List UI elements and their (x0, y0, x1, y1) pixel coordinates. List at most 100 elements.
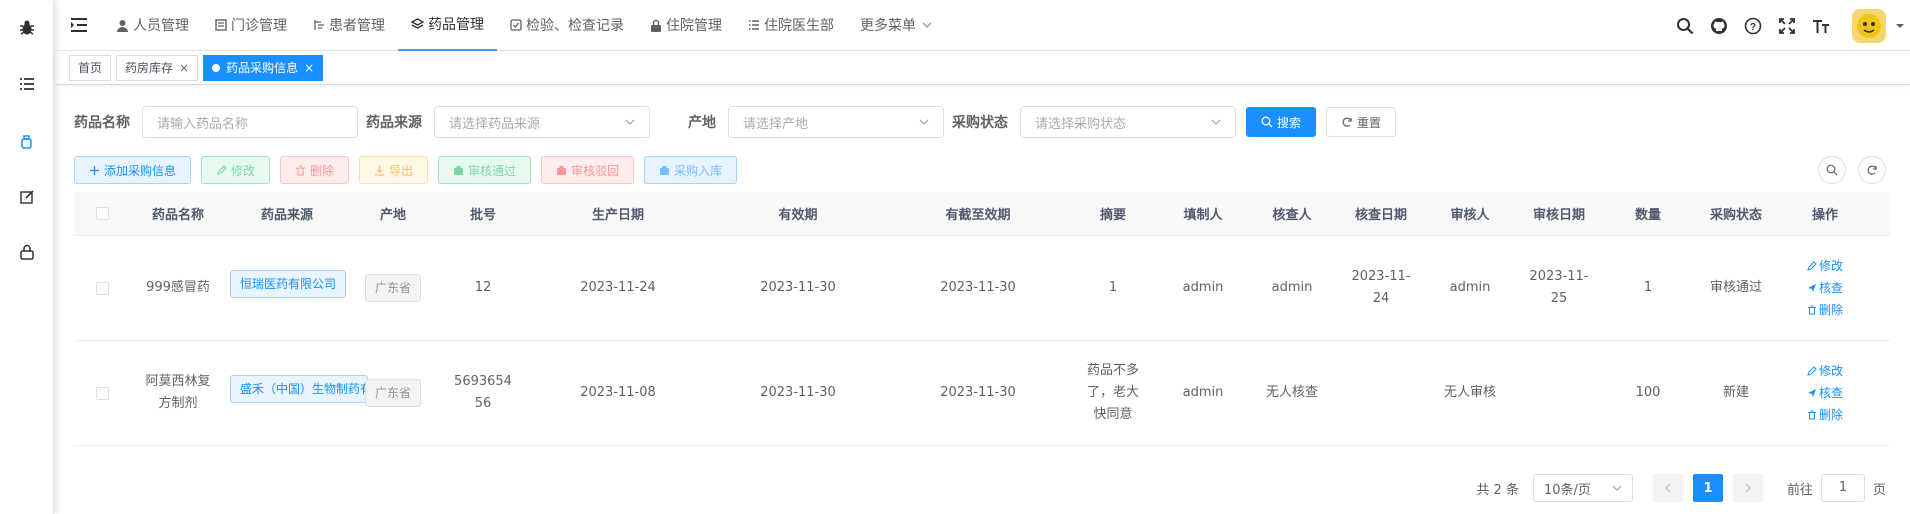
delete-button[interactable]: 删除 (280, 156, 350, 184)
download-icon (375, 165, 385, 176)
origin-tag: 广东省 (364, 274, 421, 302)
op-label: 核查 (1818, 386, 1843, 400)
menu-clinic[interactable]: 门诊管理 (202, 0, 300, 51)
drug-name-input[interactable]: 请输入药品名称 (142, 106, 358, 138)
row-actions: 修改 核查 删除 (1784, 258, 1866, 318)
op-label: 修改 (1818, 364, 1843, 378)
action-toolbar: 添加采购信息 修改 删除 导出 审核通过 审核驳回 采购入库 (74, 156, 1910, 184)
close-icon[interactable]: × (179, 61, 189, 75)
goto-label: 前往 (1786, 482, 1813, 498)
col-header: 审核人 (1450, 208, 1490, 223)
cell-ops: 修改 核查 删除 (1780, 363, 1870, 423)
github-icon[interactable] (1702, 0, 1736, 51)
search-button[interactable]: 搜索 (1246, 107, 1317, 137)
prev-page-button[interactable] (1652, 474, 1683, 502)
stock-in-button[interactable]: 采购入库 (644, 156, 738, 184)
cell-batch: 569365456 (454, 374, 512, 411)
button-label: 采购入库 (674, 163, 723, 178)
refresh-icon (1342, 117, 1352, 127)
row-checkbox[interactable] (95, 386, 109, 400)
cell-summary: 药品不多了，老大快同意 (1086, 363, 1139, 422)
menu-drug[interactable]: 药品管理 (398, 0, 497, 51)
reset-button[interactable]: 重置 (1326, 107, 1397, 137)
row-edit-link[interactable]: 修改 (1807, 258, 1843, 274)
row-check-link[interactable]: 核查 (1807, 385, 1843, 401)
top-navbar: 人员管理 门诊管理 患者管理 药品管理 检验、检查记录 住院管理 住院医生部 更… (55, 0, 1910, 51)
placeholder: 请输入药品名称 (157, 116, 249, 132)
cell-origin: 广东省 (348, 274, 438, 302)
page-size-select[interactable]: 10条/页 (1532, 474, 1633, 502)
col-header: 审核日期 (1532, 208, 1585, 223)
add-purchase-button[interactable]: 添加采购信息 (74, 156, 192, 184)
col-header: 有效期 (778, 208, 818, 223)
cell-valid: 2023-11-30 (760, 280, 836, 295)
help-icon[interactable]: ? (1736, 0, 1770, 51)
list-icon (749, 20, 759, 30)
purchase-status-select[interactable]: 请选择采购状态 (1020, 106, 1236, 138)
menu-inpatient-doctor[interactable]: 住院医生部 (735, 0, 847, 51)
row-check-link[interactable]: 核查 (1807, 280, 1843, 296)
close-icon[interactable]: × (304, 61, 314, 75)
export-button[interactable]: 导出 (359, 156, 429, 184)
tag-pharmacy-stock[interactable]: 药房库存 × (116, 54, 199, 81)
dropdown-caret-icon[interactable] (1896, 0, 1910, 51)
tag-home[interactable]: 首页 (69, 54, 112, 81)
cell-valid: 2023-11-30 (760, 385, 836, 400)
placeholder: 请选择采购状态 (1035, 116, 1127, 132)
menu-inspection[interactable]: 检验、检查记录 (497, 0, 637, 51)
cell-status: 新建 (1722, 385, 1749, 400)
edit-icon[interactable] (15, 185, 39, 209)
menu-label: 住院管理 (666, 18, 722, 34)
reject-button[interactable]: 审核驳回 (541, 156, 635, 184)
tag-label: 药品采购信息 (226, 61, 299, 75)
select-all-checkbox[interactable] (95, 207, 109, 220)
menu-more[interactable]: 更多菜单 (847, 0, 949, 51)
row-delete-link[interactable]: 删除 (1807, 302, 1843, 318)
toggle-search-button[interactable] (1818, 156, 1846, 184)
font-size-icon[interactable] (1804, 0, 1838, 51)
page-number-current[interactable]: 1 (1692, 474, 1723, 502)
lock-icon[interactable] (15, 240, 39, 264)
col-header: 数量 (1634, 208, 1661, 223)
col-header: 摘要 (1099, 208, 1126, 223)
menu-inpatient[interactable]: 住院管理 (637, 0, 735, 51)
stock-in-icon (660, 165, 670, 175)
edit-button[interactable]: 修改 (201, 156, 271, 184)
row-delete-link[interactable]: 删除 (1807, 407, 1843, 423)
origin-select[interactable]: 请选择产地 (728, 106, 944, 138)
col-header: 操作 (1811, 208, 1838, 223)
drug-source-select[interactable]: 请选择药品来源 (434, 106, 650, 138)
drug-bottle-icon[interactable] (15, 130, 39, 154)
search-icon (1826, 164, 1838, 176)
list-menu-icon[interactable] (15, 72, 39, 96)
tag-label: 首页 (78, 61, 103, 75)
row-select-cell (74, 386, 130, 400)
clinic-icon (215, 19, 227, 31)
fullscreen-icon[interactable] (1770, 0, 1804, 51)
approve-button[interactable]: 审核通过 (438, 156, 532, 184)
avatar[interactable] (1852, 8, 1886, 43)
col-header: 填制人 (1183, 208, 1223, 223)
button-label: 添加采购信息 (104, 163, 177, 178)
menu-patient[interactable]: 患者管理 (300, 0, 398, 51)
next-page-button[interactable] (1732, 474, 1763, 502)
cell-qty: 100 (1635, 385, 1661, 400)
goto-page-input[interactable]: 1 (1820, 474, 1865, 502)
row-checkbox[interactable] (95, 281, 109, 295)
bug-icon[interactable] (15, 16, 39, 40)
search-icon[interactable] (1668, 0, 1702, 51)
row-edit-link[interactable]: 修改 (1807, 363, 1843, 379)
menu-staff[interactable]: 人员管理 (103, 0, 202, 51)
hamburger-icon[interactable] (55, 0, 103, 51)
tags-view: 首页 药房库存 × 药品采购信息 × (55, 51, 1910, 85)
cell-prod-date: 2023-11-24 (580, 280, 656, 295)
refresh-button[interactable] (1858, 156, 1886, 184)
button-label: 审核驳回 (571, 163, 620, 178)
menu-label: 检验、检查记录 (526, 18, 624, 34)
cell-drug-name: 阿莫西林复方制剂 (145, 374, 211, 411)
purchase-status-label: 采购状态 (952, 115, 1008, 131)
tag-drug-purchase[interactable]: 药品采购信息 × (203, 54, 324, 81)
cell-checker: admin (1271, 280, 1313, 295)
page-size-value: 10条/页 (1543, 482, 1591, 498)
op-label: 删除 (1818, 303, 1843, 317)
